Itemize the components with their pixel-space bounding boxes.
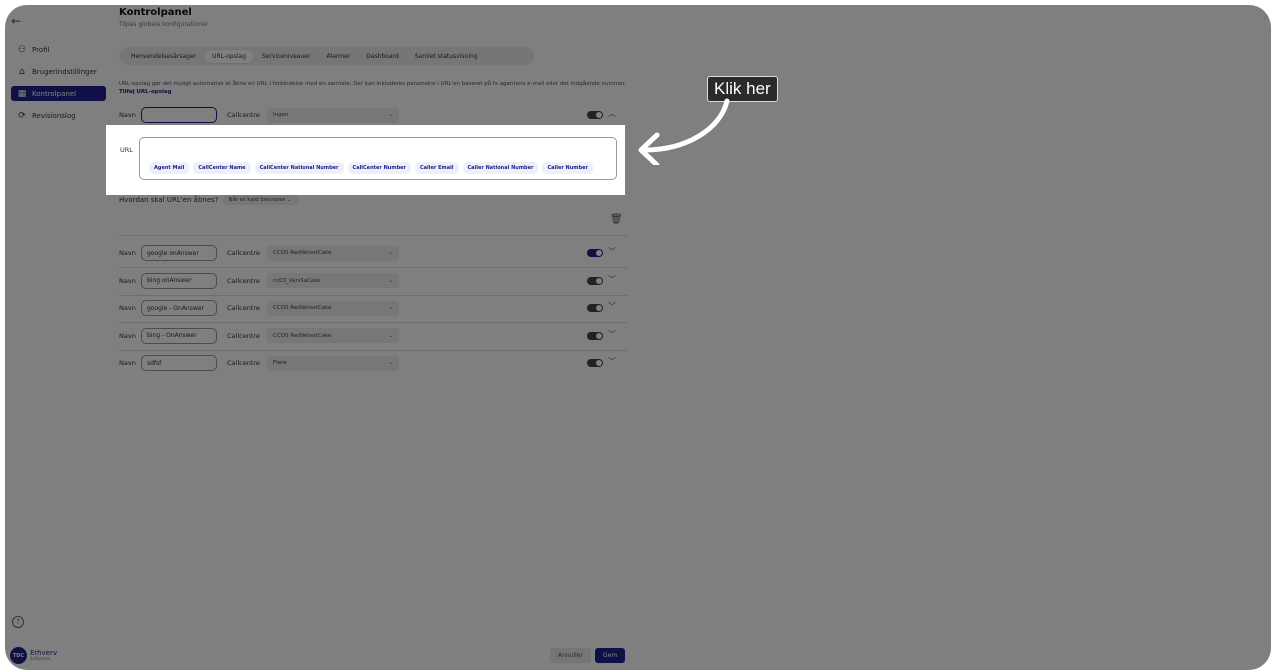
parameter-chip[interactable]: Caller Email: [415, 162, 459, 174]
highlighted-url-section: URL Agent Mail CallCenter Name CallCenter …: [106, 125, 625, 195]
parameter-chip[interactable]: Agent Mail: [149, 162, 190, 174]
url-input[interactable]: Agent Mail CallCenter Name CallCenter Nati…: [139, 137, 617, 180]
parameter-chips: Agent Mail CallCenter Name CallCenter Nati…: [149, 162, 593, 174]
parameter-chip[interactable]: CallCenter Number: [347, 162, 412, 174]
parameter-chip[interactable]: Caller National Number: [462, 162, 539, 174]
pointer-arrow-icon: [638, 98, 730, 165]
parameter-chip[interactable]: CallCenter National Number: [254, 162, 344, 174]
parameter-chip[interactable]: Caller Number: [542, 162, 593, 174]
url-label: URL: [120, 146, 133, 154]
app-window: ← ◦ ⚇ Profil ⌂ Brugerindstillinger ▦ Kon…: [5, 5, 1271, 670]
parameter-chip[interactable]: CallCenter Name: [193, 162, 251, 174]
